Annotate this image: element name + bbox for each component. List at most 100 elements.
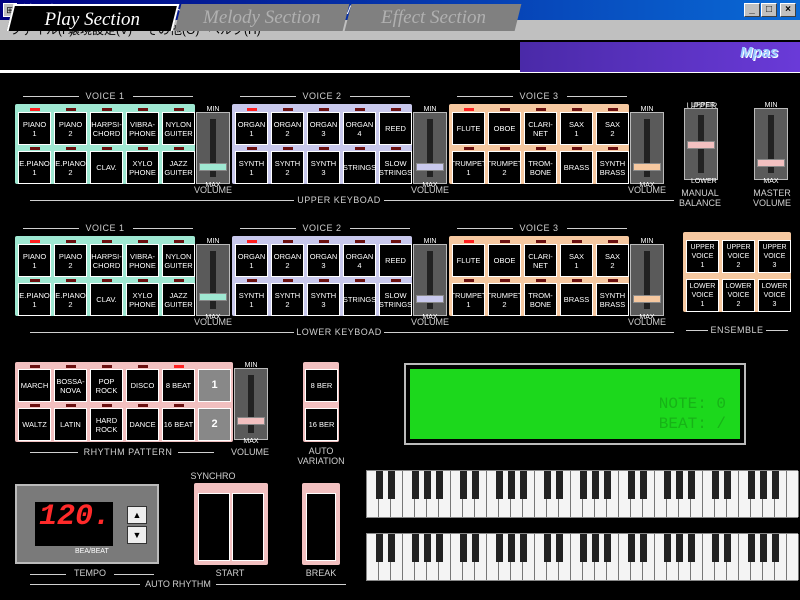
upper-voice3-button-2[interactable]: OBOE	[488, 112, 521, 145]
lower-voice3-button-3[interactable]: CLARI- NET	[524, 244, 557, 277]
kb2-black-key[interactable]	[507, 534, 515, 562]
rhythm-page-2-button[interactable]: 2	[198, 408, 231, 441]
upper-voice1-button-3[interactable]: HARPSI- CHORD	[90, 112, 123, 145]
rhythm-page-1-button[interactable]: 1	[198, 369, 231, 402]
upper-voice3-button-1[interactable]: FLUTE	[452, 112, 485, 145]
kb2-black-key[interactable]	[747, 534, 755, 562]
kb2-black-key[interactable]	[435, 534, 443, 562]
upper-voice2-button-10[interactable]: SLOW STRINGS	[379, 151, 412, 184]
upper-voice2-button-1[interactable]: ORGAN 1	[235, 112, 268, 145]
upper-voice1-button-5[interactable]: NYLON GUITER	[162, 112, 195, 145]
upper-voice2-button-7[interactable]: SYNTH 2	[271, 151, 304, 184]
kb1-black-key[interactable]	[759, 471, 767, 499]
lower-voice1-button-4[interactable]: VIBRA- PHONE	[126, 244, 159, 277]
upper-voice1-volume[interactable]	[196, 112, 230, 184]
kb1-black-key[interactable]	[771, 471, 779, 499]
kb1-black-key[interactable]	[411, 471, 419, 499]
lower-voice1-button-2[interactable]: PIANO 2	[54, 244, 87, 277]
lower-voice2-volume[interactable]	[413, 244, 447, 316]
kb2-black-key[interactable]	[555, 534, 563, 562]
lower-voice2-button-7[interactable]: SYNTH 2	[271, 283, 304, 316]
lower-voice3-button-6[interactable]: TRUMPET 1	[452, 283, 485, 316]
ensemble-button-3[interactable]: UPPER VOICE 3	[758, 240, 791, 273]
lower-voice2-button-10[interactable]: SLOW STRINGS	[379, 283, 412, 316]
lower-voice3-volume-knob[interactable]	[633, 295, 661, 303]
lower-voice3-button-9[interactable]: BRASS	[560, 283, 593, 316]
upper-voice3-button-6[interactable]: TRUMPET 1	[452, 151, 485, 184]
lower-voice3-button-4[interactable]: SAX 1	[560, 244, 593, 277]
kb1-black-key[interactable]	[723, 471, 731, 499]
lower-voice1-button-5[interactable]: NYLON GUITER	[162, 244, 195, 277]
kb2-black-key[interactable]	[579, 534, 587, 562]
lower-piano-keyboard[interactable]	[366, 533, 799, 581]
kb1-black-key[interactable]	[375, 471, 383, 499]
upper-voice3-button-4[interactable]: SAX 1	[560, 112, 593, 145]
ensemble-button-2[interactable]: UPPER VOICE 2	[722, 240, 755, 273]
lower-voice3-button-10[interactable]: SYNTH BRASS	[596, 283, 629, 316]
kb2-black-key[interactable]	[771, 534, 779, 562]
upper-voice2-button-4[interactable]: ORGAN 4	[343, 112, 376, 145]
upper-voice1-button-1[interactable]: PIANO 1	[18, 112, 51, 145]
rhythm-button-10[interactable]: 16 BEAT	[162, 408, 195, 441]
rhythm-button-9[interactable]: DANCE	[126, 408, 159, 441]
synchro-button[interactable]	[198, 493, 230, 561]
lower-voice1-button-1[interactable]: PIANO 1	[18, 244, 51, 277]
ensemble-button-4[interactable]: LOWER VOICE 1	[686, 279, 719, 312]
lower-voice1-volume[interactable]	[196, 244, 230, 316]
lower-voice2-button-3[interactable]: ORGAN 3	[307, 244, 340, 277]
upper-voice1-button-6[interactable]: E.PIANO 1	[18, 151, 51, 184]
auto-variation-8-button[interactable]: 8 BER	[305, 369, 338, 402]
kb2-black-key[interactable]	[471, 534, 479, 562]
lower-voice1-button-6[interactable]: E.PIANO 1	[18, 283, 51, 316]
upper-voice2-volume[interactable]	[413, 112, 447, 184]
kb1-black-key[interactable]	[663, 471, 671, 499]
lower-voice2-button-1[interactable]: ORGAN 1	[235, 244, 268, 277]
kb1-black-key[interactable]	[675, 471, 683, 499]
lower-voice3-button-7[interactable]: TRUMPET 2	[488, 283, 521, 316]
tab-play-section[interactable]: Play Section	[6, 4, 180, 31]
upper-voice3-button-7[interactable]: TRUMPET 2	[488, 151, 521, 184]
minimize-button[interactable]: _	[744, 3, 760, 17]
ensemble-button-1[interactable]: UPPER VOICE 1	[686, 240, 719, 273]
kb2-black-key[interactable]	[627, 534, 635, 562]
kb2-black-key[interactable]	[663, 534, 671, 562]
close-button[interactable]: ×	[780, 3, 796, 17]
kb1-black-key[interactable]	[711, 471, 719, 499]
manual-balance-slider-knob[interactable]	[687, 141, 715, 149]
kb1-black-key[interactable]	[507, 471, 515, 499]
lower-voice3-volume[interactable]	[630, 244, 664, 316]
kb2-black-key[interactable]	[723, 534, 731, 562]
master-volume-slider-knob[interactable]	[757, 159, 785, 167]
upper-voice1-volume-knob[interactable]	[199, 163, 227, 171]
master-volume-slider[interactable]	[754, 108, 788, 180]
lower-voice2-button-2[interactable]: ORGAN 2	[271, 244, 304, 277]
kb2-black-key[interactable]	[411, 534, 419, 562]
rhythm-button-7[interactable]: LATIN	[54, 408, 87, 441]
upper-voice1-button-7[interactable]: E.PIANO 2	[54, 151, 87, 184]
kb1-black-key[interactable]	[435, 471, 443, 499]
kb2-black-key[interactable]	[495, 534, 503, 562]
tab-effect-section[interactable]: Effect Section	[344, 4, 522, 31]
lower-voice3-button-2[interactable]: OBOE	[488, 244, 521, 277]
upper-voice1-button-2[interactable]: PIANO 2	[54, 112, 87, 145]
kb2-black-key[interactable]	[459, 534, 467, 562]
kb1-black-key[interactable]	[687, 471, 695, 499]
kb1-black-key[interactable]	[519, 471, 527, 499]
kb2-black-key[interactable]	[687, 534, 695, 562]
upper-voice2-button-8[interactable]: SYNTH 3	[307, 151, 340, 184]
lower-voice1-button-8[interactable]: CLAV.	[90, 283, 123, 316]
kb2-black-key[interactable]	[519, 534, 527, 562]
upper-voice3-button-9[interactable]: BRASS	[560, 151, 593, 184]
upper-voice2-button-3[interactable]: ORGAN 3	[307, 112, 340, 145]
kb2-black-key[interactable]	[375, 534, 383, 562]
kb1-black-key[interactable]	[603, 471, 611, 499]
kb1-black-key[interactable]	[627, 471, 635, 499]
upper-voice2-button-9[interactable]: STRINGS	[343, 151, 376, 184]
lower-voice1-volume-knob[interactable]	[199, 293, 227, 301]
kb2-black-key[interactable]	[603, 534, 611, 562]
rhythm-button-2[interactable]: BOSSA- NOVA	[54, 369, 87, 402]
lower-voice2-button-4[interactable]: ORGAN 4	[343, 244, 376, 277]
upper-voice1-button-8[interactable]: CLAV.	[90, 151, 123, 184]
upper-voice2-button-2[interactable]: ORGAN 2	[271, 112, 304, 145]
rhythm-button-3[interactable]: POP ROCK	[90, 369, 123, 402]
